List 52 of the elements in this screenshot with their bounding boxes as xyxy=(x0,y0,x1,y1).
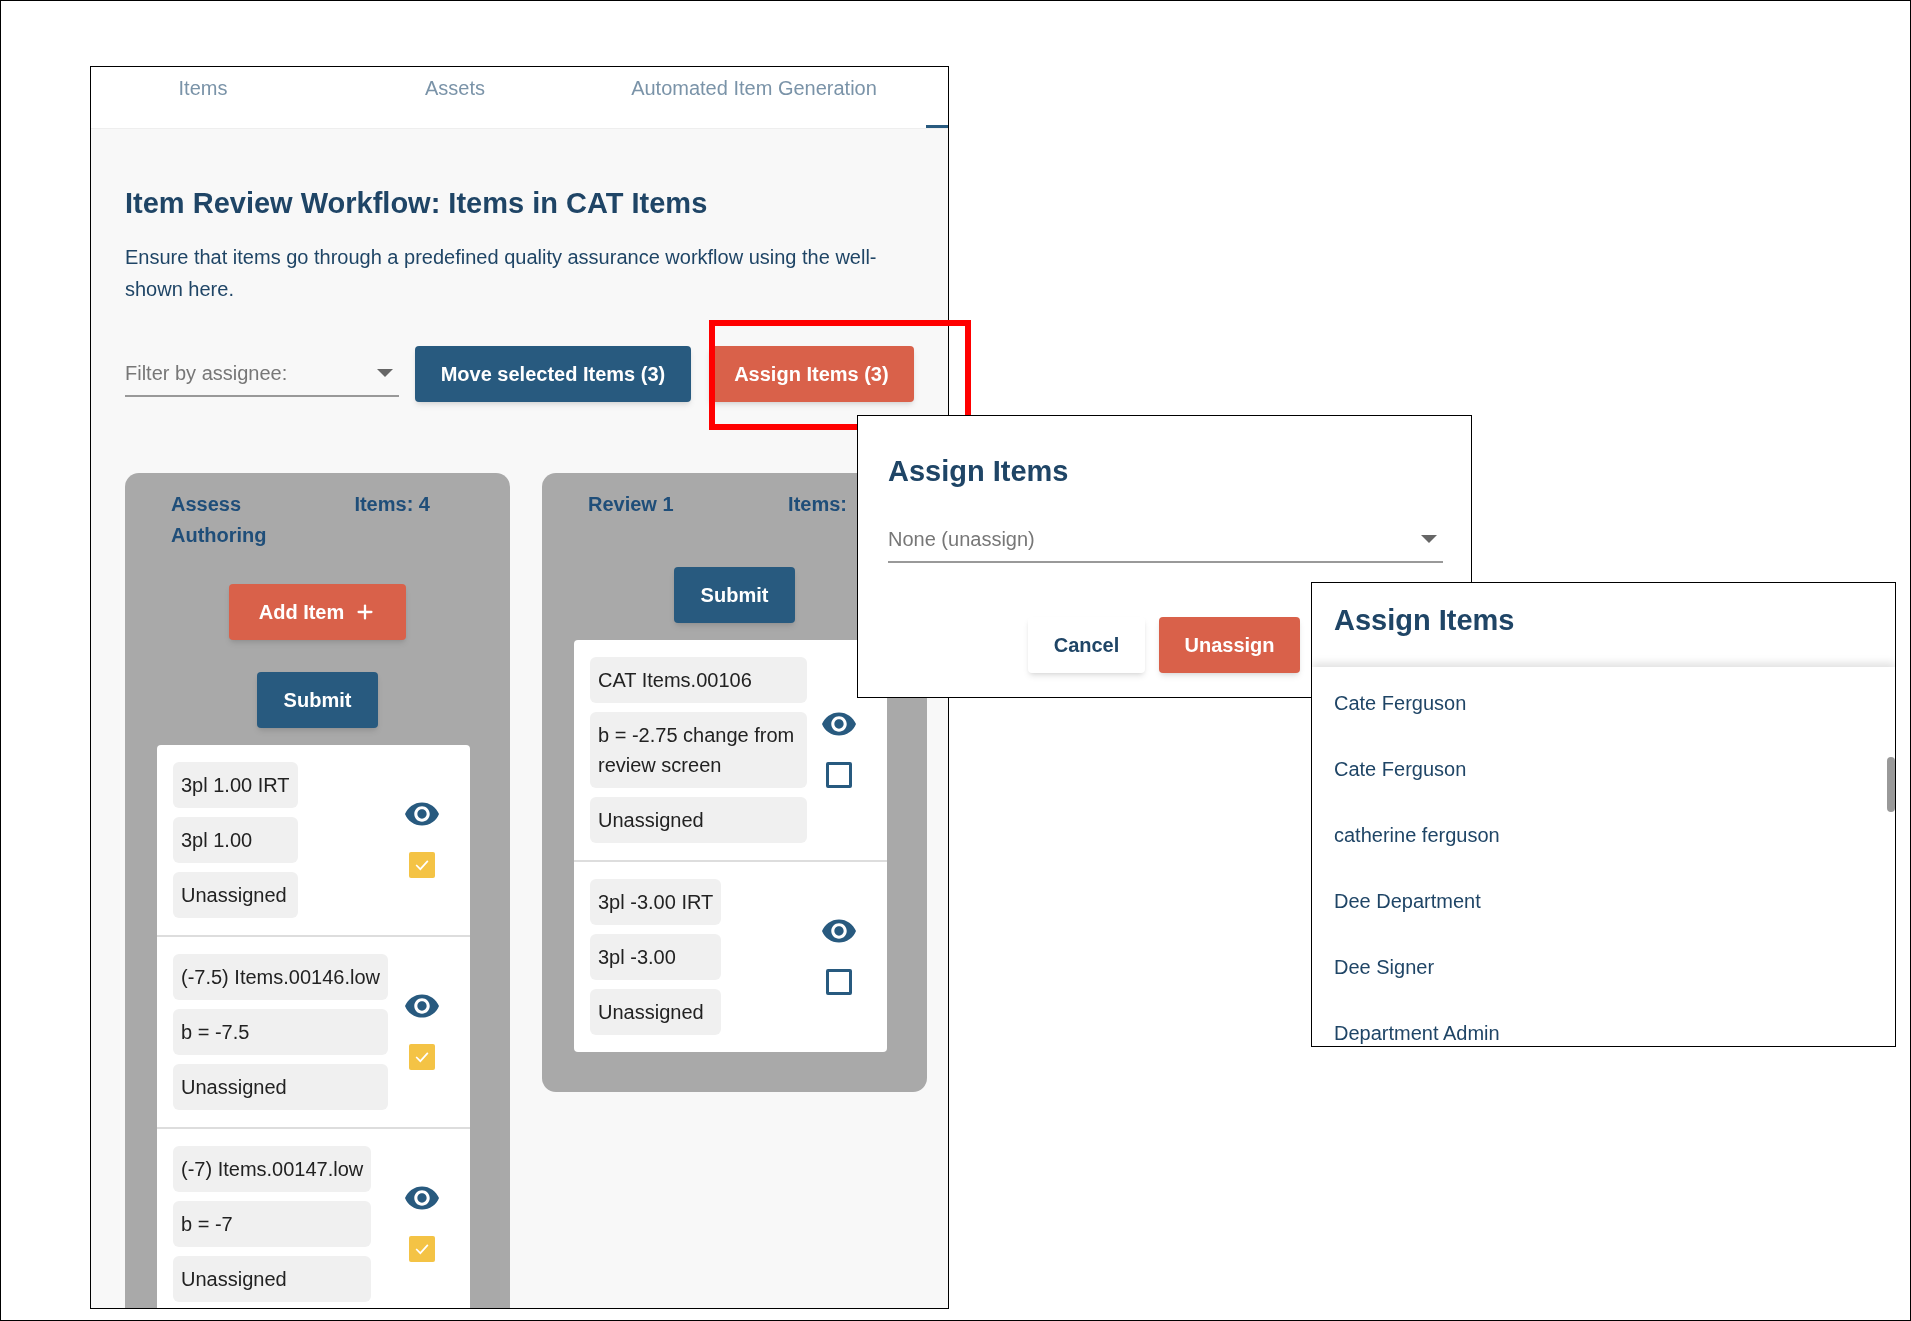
item-field: b = -2.75 change from review screen xyxy=(590,712,807,788)
dialog-title: Assign Items xyxy=(1334,603,1515,638)
description-text: Ensure that items go through a predefined quality assurance workflow using the well- xyxy=(125,245,878,270)
submit-button[interactable]: Submit xyxy=(257,672,378,728)
item-field: Unassigned xyxy=(590,797,807,843)
item-field: b = -7 xyxy=(173,1201,372,1247)
scrollbar-thumb[interactable] xyxy=(1887,757,1895,812)
checkbox[interactable] xyxy=(409,852,435,878)
item-field: Unassigned xyxy=(590,989,722,1035)
cancel-button[interactable]: Cancel xyxy=(1028,617,1145,673)
filter-select[interactable]: Filter by assignee: xyxy=(125,351,400,397)
eye-icon[interactable] xyxy=(822,919,856,943)
column-title: Review 1 xyxy=(588,492,674,517)
column-title: Assess Authoring xyxy=(171,492,268,548)
dialog-title: Assign Items xyxy=(888,454,1069,489)
item-field: Unassigned xyxy=(173,1256,372,1302)
eye-icon[interactable] xyxy=(822,712,856,736)
assignee-option[interactable]: Cate Ferguson xyxy=(1312,754,1489,820)
submit-button[interactable]: Submit xyxy=(674,567,795,623)
dropdown-arrow-icon xyxy=(1421,535,1437,543)
item-field: 3pl 1.00 IRT xyxy=(173,762,298,808)
assignee-option[interactable]: Dee Signer xyxy=(1312,952,1457,1018)
eye-icon[interactable] xyxy=(405,994,439,1018)
add-item-button[interactable]: Add Item xyxy=(229,584,406,640)
item-field: Unassigned xyxy=(173,1064,388,1110)
unassign-button[interactable]: Unassign xyxy=(1159,617,1300,673)
item-count: Items: xyxy=(788,492,847,517)
item-count: Items: 4 xyxy=(354,492,430,517)
item-field: 3pl -3.00 xyxy=(590,934,722,980)
move-items-button[interactable]: Move selected Items (3) xyxy=(415,346,691,402)
assignee-option[interactable]: Cate Ferguson xyxy=(1312,688,1489,754)
assignee-option[interactable]: Dee Department xyxy=(1312,886,1503,952)
assignee-select[interactable]: None (unassign) xyxy=(888,517,1443,563)
checkbox[interactable] xyxy=(826,969,852,995)
assignee-option[interactable]: catherine ferguson xyxy=(1312,820,1522,886)
item-field: b = -7.5 xyxy=(173,1009,388,1055)
item-field: Unassigned xyxy=(173,872,298,918)
checkbox[interactable] xyxy=(409,1236,435,1262)
eye-icon[interactable] xyxy=(405,802,439,826)
checkbox[interactable] xyxy=(409,1044,435,1070)
item-field: (-7.5) Items.00146.low xyxy=(173,954,388,1000)
dropdown-arrow-icon xyxy=(377,369,394,377)
item-field: 3pl -3.00 IRT xyxy=(590,879,722,925)
page-title: Item Review Workflow: Items in CAT Items xyxy=(125,186,709,221)
item-field: 3pl 1.00 xyxy=(173,817,298,863)
checkbox[interactable] xyxy=(826,762,852,788)
tab-indicator xyxy=(926,125,948,128)
item-field: CAT Items.00106 xyxy=(590,657,807,703)
item-field: (-7) Items.00147.low xyxy=(173,1146,372,1192)
eye-icon[interactable] xyxy=(405,1186,439,1210)
description-text: shown here. xyxy=(125,277,235,302)
assignee-option[interactable]: Department Admin xyxy=(1312,1018,1522,1046)
